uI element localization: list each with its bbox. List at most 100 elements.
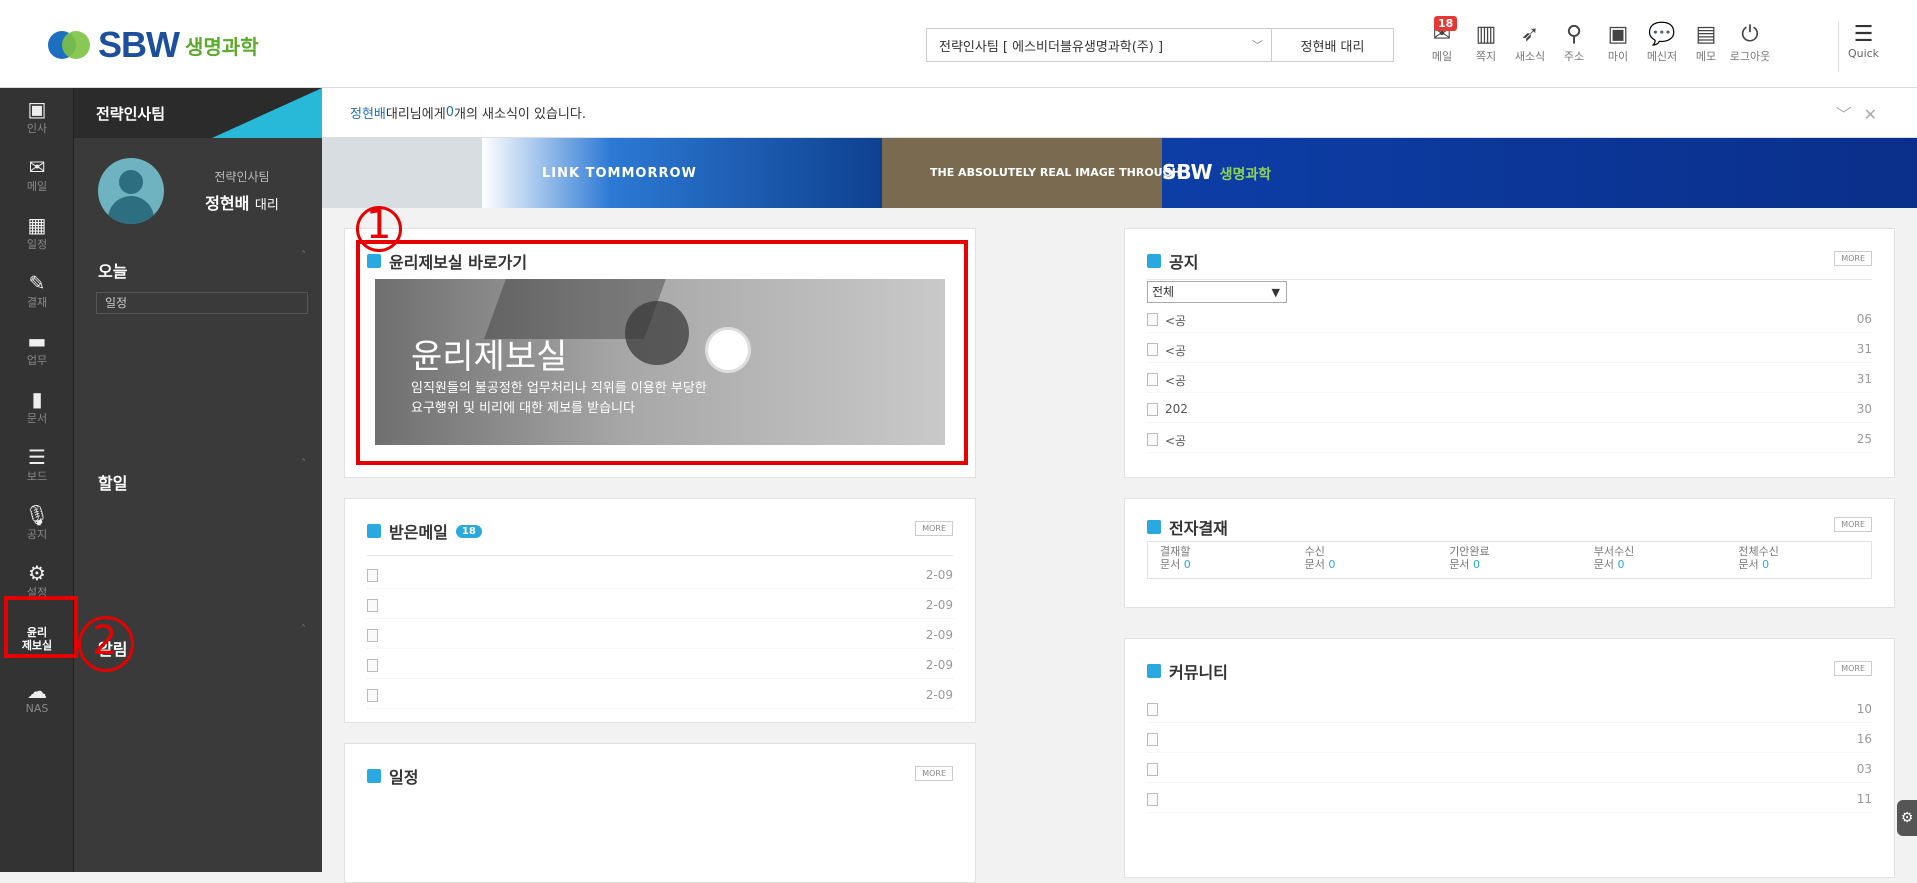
community-row[interactable]: 03	[1147, 759, 1872, 783]
iconbar-label: 인사	[26, 122, 48, 135]
work-icon: ▬	[27, 329, 47, 353]
notice-row[interactable]: <공 06	[1147, 309, 1872, 333]
calendar-more-button[interactable]: MORE	[915, 766, 953, 781]
top-icon-label: 마이	[1607, 50, 1629, 63]
user-name-button[interactable]: 정현배 대리	[1272, 28, 1394, 62]
top-icon-label: 쪽지	[1475, 50, 1497, 63]
quick-menu-button[interactable]: ☰ Quick	[1838, 22, 1888, 72]
approval-more-button[interactable]: MORE	[1834, 517, 1872, 532]
document-icon	[1147, 793, 1158, 806]
collapse-icon[interactable]: ˄	[301, 458, 306, 469]
approval-icon: ✎	[28, 271, 46, 295]
iconbar-item-hr[interactable]: ▣ 인사	[0, 88, 74, 146]
document-icon	[1147, 763, 1158, 776]
community-date: 16	[1856, 732, 1872, 746]
user-name: 정현배 대리	[1300, 39, 1365, 55]
mail-more-button[interactable]: MORE	[915, 521, 953, 536]
logo-mark	[48, 27, 92, 63]
mail-row[interactable]: 2-09	[367, 565, 953, 589]
community-more-button[interactable]: MORE	[1834, 661, 1872, 676]
mail-row[interactable]: 2-09	[367, 685, 953, 709]
community-panel: 커뮤니티 MORE 10 16 03 11	[1124, 638, 1895, 878]
top-bar: SBW 생명과학 전략인사팀 [ 에스비더블유생명과학(주) ] ﹀ 정현배 대…	[0, 0, 1917, 88]
approval-count[interactable]: 결재할 문서 0	[1148, 542, 1293, 578]
iconbar-label: 업무	[26, 354, 48, 367]
list-icon	[367, 524, 381, 538]
top-news-button[interactable]: ➶ 새소식	[1508, 22, 1552, 72]
notice-title: 202	[1165, 402, 1188, 416]
mail-row[interactable]: 2-09	[367, 655, 953, 679]
community-row[interactable]: 11	[1147, 789, 1872, 813]
document-icon	[367, 569, 378, 582]
approval-count[interactable]: 부서수신 문서 0	[1582, 542, 1727, 578]
document-icon	[1147, 313, 1158, 326]
top-logout-button[interactable]: ⏻ 로그아웃	[1728, 22, 1772, 72]
notice-title: <공	[1165, 344, 1187, 358]
list-icon	[1147, 664, 1161, 678]
logo-text: SBW	[98, 24, 180, 65]
today-schedule-tab[interactable]: 일정	[96, 292, 308, 314]
settings-icon: ⚙	[28, 561, 46, 585]
top-messenger-button[interactable]: 💬 메신저	[1640, 22, 1684, 72]
top-memo-button[interactable]: ▥ 쪽지	[1464, 22, 1508, 72]
notice-row[interactable]: <공 31	[1147, 369, 1872, 393]
iconbar-item-document[interactable]: ▮ 문서	[0, 378, 74, 436]
mail-row[interactable]: 2-09	[367, 625, 953, 649]
notice-filter-select[interactable]: 전체 ▼	[1147, 281, 1287, 303]
highlight-box-ethics	[356, 240, 968, 465]
approval-count[interactable]: 수신 문서 0	[1293, 542, 1438, 578]
nas-icon: ☁	[27, 678, 47, 703]
mail-panel-title: 받은메일 18	[367, 519, 482, 543]
community-row[interactable]: 16	[1147, 729, 1872, 753]
iconbar-item-approval[interactable]: ✎ 결재	[0, 262, 74, 320]
menu-icon: ☰	[1853, 22, 1874, 47]
mail-panel: 받은메일 18 MORE 2-09 2-09 2-09 2-09 2-09	[344, 498, 976, 723]
notice-date: 31	[1856, 342, 1872, 356]
collapse-icon[interactable]: ˄	[301, 624, 306, 635]
top-icon-label: 새소식	[1514, 50, 1546, 63]
iconbar-label: 문서	[26, 412, 48, 425]
document-icon	[367, 659, 378, 672]
notice-row[interactable]: <공 31	[1147, 339, 1872, 363]
notice-more-button[interactable]: MORE	[1834, 251, 1872, 266]
left-icon-bar: ▣ 인사 ✉ 메일 ▦ 일정 ✎ 결재 ▬ 업무 ▮ 문서 ☰ 보드 🎙 공지 ⚙ 설정 윤리 제보실 ☁ NAS	[0, 88, 74, 872]
notice-panel: 공지 MORE 전체 ▼ <공 06 <공 31 <공 31 202 30 <공 25	[1124, 228, 1895, 478]
logo[interactable]: SBW 생명과학	[48, 24, 259, 66]
sidebar-team-title: 전략인사팀	[96, 104, 166, 123]
notice-bar-controls[interactable]: ﹀✕	[1836, 101, 1889, 125]
document-icon: ▮	[31, 387, 43, 411]
iconbar-item-work[interactable]: ▬ 업무	[0, 320, 74, 378]
approval-panel-title: 전자결재	[1147, 515, 1228, 539]
mail-date: 2-09	[925, 658, 953, 672]
community-row[interactable]: 10	[1147, 699, 1872, 723]
mail-row[interactable]: 2-09	[367, 595, 953, 619]
approval-count[interactable]: 전체수신 문서 0	[1726, 542, 1871, 578]
side-toggle-tab[interactable]: ⚙	[1897, 800, 1917, 836]
top-note-button[interactable]: ▤ 메모	[1684, 22, 1728, 72]
annotation-number-1: 1	[366, 202, 392, 248]
notice-row[interactable]: 202 30	[1147, 399, 1872, 423]
chevron-down-icon: ﹀	[1252, 39, 1263, 52]
news-user: 정현배	[350, 107, 386, 122]
iconbar-item-nas[interactable]: ☁ NAS	[0, 668, 74, 726]
top-mail-button[interactable]: ✉ 메일 18	[1420, 16, 1464, 72]
iconbar-item-board[interactable]: ☰ 보드	[0, 436, 74, 494]
highlight-box-ethics-menu	[4, 596, 78, 658]
iconbar-label: 공지	[26, 528, 48, 541]
avatar[interactable]	[98, 158, 164, 224]
approval-count[interactable]: 기안완료 문서 0	[1437, 542, 1582, 578]
company-select[interactable]: 전략인사팀 [ 에스비더블유생명과학(주) ] ﹀	[926, 28, 1272, 62]
top-address-button[interactable]: ⚲ 주소	[1552, 22, 1596, 72]
calendar-panel-title: 일정	[367, 764, 418, 788]
banner-text-2: THE ABSOLUTELY REAL IMAGE THROUGH	[930, 166, 1181, 179]
news-count: 0	[445, 105, 454, 120]
community-date: 10	[1856, 702, 1872, 716]
iconbar-item-notice[interactable]: 🎙 공지	[0, 494, 74, 552]
iconbar-item-mail[interactable]: ✉ 메일	[0, 146, 74, 204]
notice-row[interactable]: <공 25	[1147, 429, 1872, 453]
board-icon: ☰	[28, 445, 46, 469]
collapse-icon[interactable]: ˄	[301, 250, 306, 261]
top-my-button[interactable]: ▣ 마이	[1596, 22, 1640, 72]
iconbar-item-calendar[interactable]: ▦ 일정	[0, 204, 74, 262]
news-icon: ➶	[1520, 22, 1540, 47]
